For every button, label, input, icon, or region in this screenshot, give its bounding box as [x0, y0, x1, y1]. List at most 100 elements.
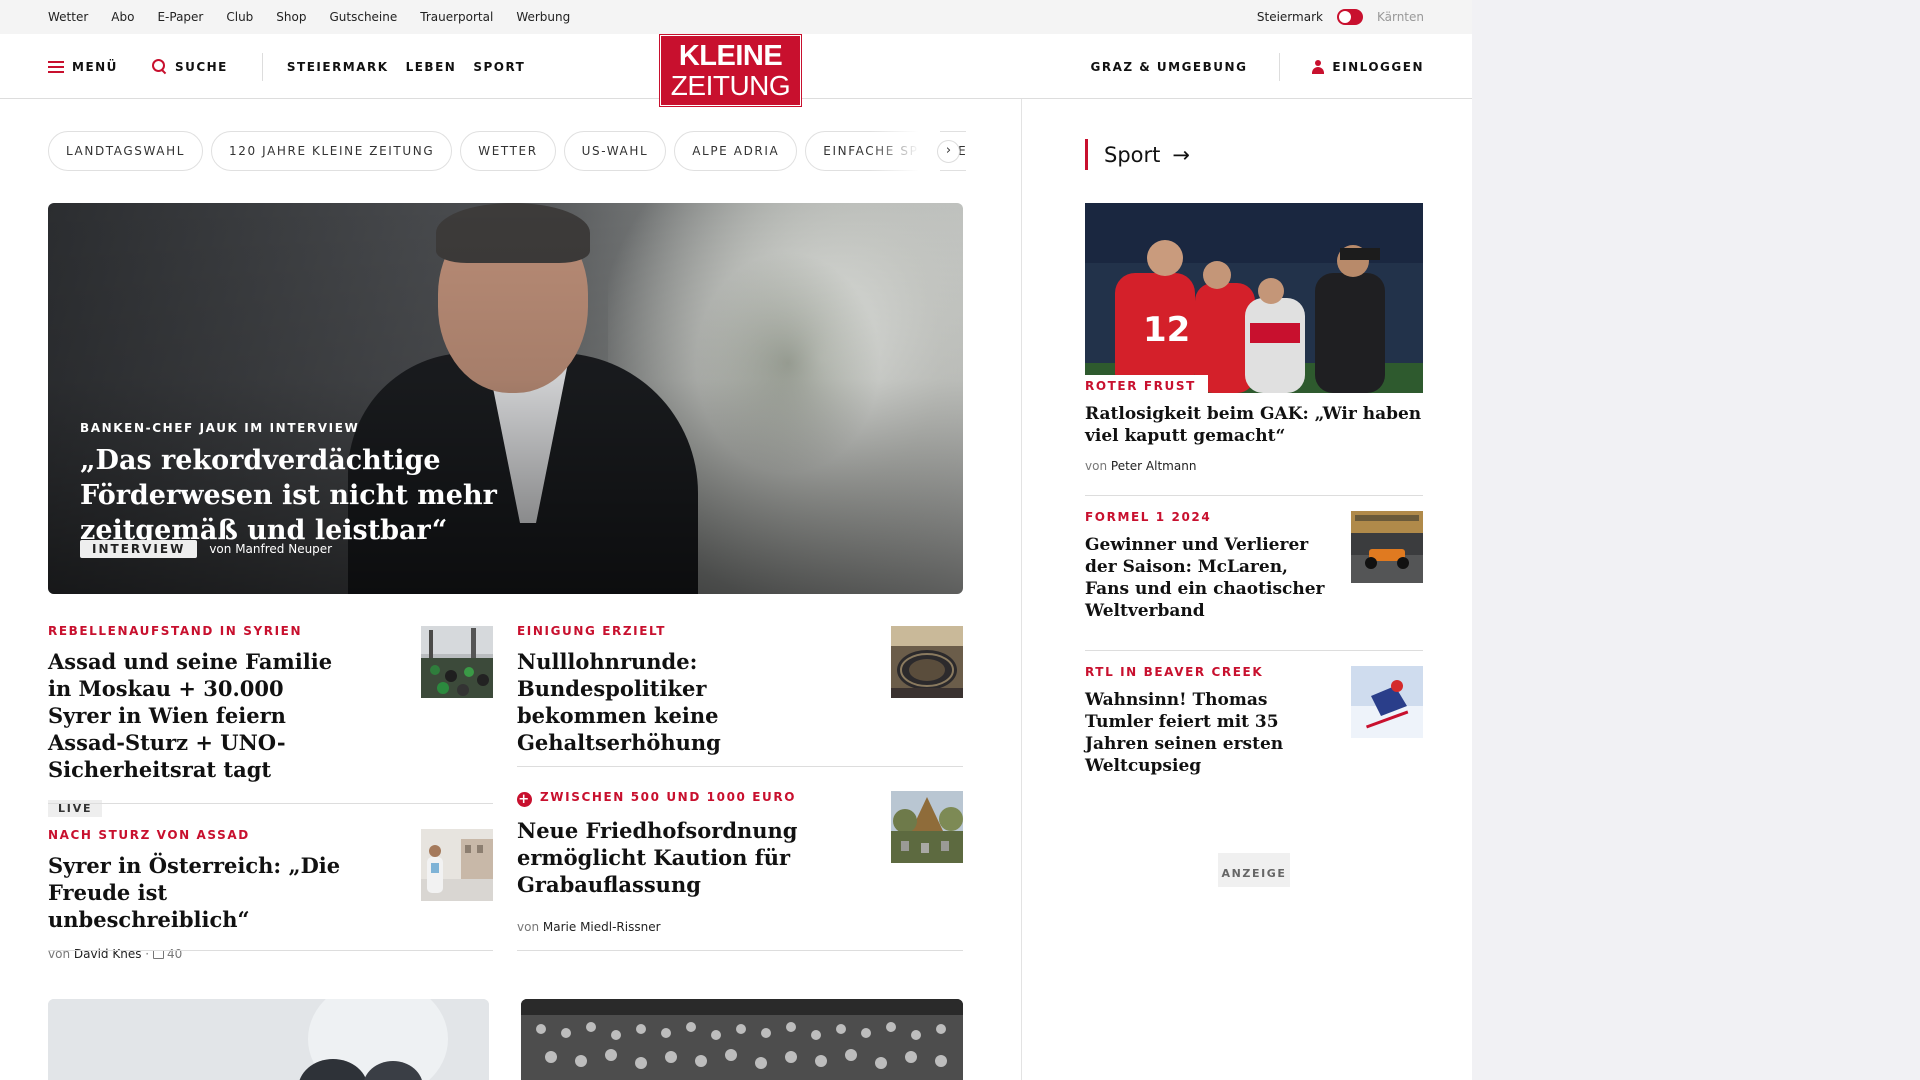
utility-link-club[interactable]: Club: [226, 10, 253, 24]
hero-tag: INTERVIEW: [80, 540, 198, 558]
article-syria-thumbnail[interactable]: [421, 626, 493, 698]
article-nulllohnrunde-thumbnail[interactable]: [891, 626, 963, 698]
utility-link-wetter[interactable]: Wetter: [48, 10, 88, 24]
nav-sport[interactable]: SPORT: [473, 60, 525, 74]
divider: [517, 766, 963, 767]
race-car-image: [1351, 511, 1423, 583]
article-kicker: EINIGUNG ERZIELT: [517, 624, 667, 638]
utility-link-abo[interactable]: Abo: [111, 10, 134, 24]
bottom-teaser-image-right[interactable]: [521, 999, 963, 1080]
logo-line-2: ZEITUNG: [670, 70, 791, 101]
topic-chips: LANDTAGSWAHL 120 JAHRE KLEINE ZEITUNG WE…: [48, 131, 966, 171]
crowd-image: [421, 626, 493, 698]
sidebar-article-tumler[interactable]: RTL IN BEAVER CREEK Wahnsinn! Thomas Tum…: [1085, 665, 1330, 777]
author-name[interactable]: Marie Miedl-Rissner: [543, 920, 661, 934]
historic-assembly-image: [521, 999, 963, 1080]
sidebar-headline[interactable]: Gewinner und Verlierer der Saison: McLar…: [1085, 534, 1330, 622]
sidebar-article-formel1[interactable]: FORMEL 1 2024 Gewinner und Verlierer der…: [1085, 510, 1330, 622]
utility-link-gutscheine[interactable]: Gutscheine: [329, 10, 397, 24]
hero-headline[interactable]: „Das rekordverdächtige Förderwesen ist n…: [80, 443, 640, 548]
article-syria[interactable]: REBELLENAUFSTAND IN SYRIEN Assad und sei…: [48, 624, 348, 817]
divider: [517, 950, 963, 951]
article-friedhof-thumbnail[interactable]: [891, 791, 963, 863]
sidebar-formel1-thumbnail[interactable]: [1351, 511, 1423, 583]
article-friedhof[interactable]: + ZWISCHEN 500 UND 1000 EURO Neue Friedho…: [517, 790, 837, 934]
nav-steiermark[interactable]: STEIERMARK: [287, 60, 389, 74]
chip-120-jahre[interactable]: 120 JAHRE KLEINE ZEITUNG: [211, 131, 453, 171]
article-kicker: REBELLENAUFSTAND IN SYRIEN: [48, 624, 303, 638]
sidebar-byline: von Peter Altmann: [1085, 459, 1197, 473]
article-headline[interactable]: Nulllohnrunde: Bundespolitiker bekommen …: [517, 648, 837, 756]
sport-section-header[interactable]: Sport →: [1085, 139, 1190, 170]
divider: [48, 803, 493, 804]
divider: [1085, 495, 1423, 496]
sidebar-headline[interactable]: Ratlosigkeit beim GAK: „Wir haben viel k…: [1085, 403, 1423, 447]
logo-line-1: KLEINE: [678, 40, 783, 72]
menu-button[interactable]: MENÜ: [48, 60, 118, 74]
sidebar-headline[interactable]: Wahnsinn! Thomas Tumler feiert mit 35 Ja…: [1085, 689, 1285, 777]
utility-links: Wetter Abo E-Paper Club Shop Gutscheine …: [48, 0, 570, 34]
article-kicker: + ZWISCHEN 500 UND 1000 EURO: [517, 790, 797, 807]
chip-wetter[interactable]: WETTER: [460, 131, 556, 171]
parliament-image: [891, 626, 963, 698]
kleine-zeitung-logo[interactable]: KLEINE ZEITUNG: [659, 34, 802, 107]
local-edition-link[interactable]: GRAZ & UMGEBUNG: [1091, 60, 1248, 74]
hero-byline: von Manfred Neuper: [209, 542, 333, 556]
ad-label: ANZEIGE: [1218, 853, 1290, 887]
hero-teaser[interactable]: BANKEN-CHEF JAUK IM INTERVIEW „Das rekor…: [48, 203, 963, 594]
chips-fade: [870, 131, 940, 171]
chips-next-button[interactable]: ›: [937, 140, 960, 163]
divider: [48, 950, 493, 951]
utility-link-werbung[interactable]: Werbung: [516, 10, 570, 24]
cemetery-image: [891, 791, 963, 863]
chip-alpe-adria[interactable]: ALPE ADRIA: [674, 131, 798, 171]
column-divider: [1021, 99, 1022, 1080]
article-headline[interactable]: Assad und seine Familie in Moskau + 30.0…: [48, 648, 348, 783]
svg-text:12: 12: [1143, 310, 1190, 350]
football-image: 12: [1085, 203, 1423, 393]
plus-icon: +: [517, 792, 532, 807]
article-byline: von Marie Miedl-Rissner: [517, 920, 661, 934]
region-steiermark[interactable]: Steiermark: [1257, 10, 1323, 24]
header-nav: STEIERMARK LEBEN SPORT: [287, 60, 525, 74]
article-kicker: NACH STURZ VON ASSAD: [48, 828, 250, 842]
sidebar-tumler-thumbnail[interactable]: [1351, 666, 1423, 738]
article-syrer-oesterreich[interactable]: NACH STURZ VON ASSAD Syrer in Österreich…: [48, 828, 348, 961]
login-button[interactable]: EINLOGGEN: [1332, 60, 1424, 74]
search-button[interactable]: SUCHE: [151, 59, 228, 74]
utility-bar: Wetter Abo E-Paper Club Shop Gutscheine …: [0, 0, 1472, 34]
sport-lead-image[interactable]: 12: [1085, 203, 1423, 393]
sidebar-kicker: FORMEL 1 2024: [1085, 510, 1212, 524]
article-nulllohnrunde[interactable]: EINIGUNG ERZIELT Nulllohnrunde: Bundespo…: [517, 624, 837, 756]
section-title: Sport: [1104, 142, 1161, 167]
chip-us-wahl[interactable]: US-WAHL: [563, 131, 667, 171]
header-divider-right: [1279, 52, 1281, 81]
utility-link-shop[interactable]: Shop: [276, 10, 306, 24]
chip-landtagswahl[interactable]: LANDTAGSWAHL: [48, 131, 204, 171]
celebration-image: [421, 829, 493, 901]
bottom-teaser-image-left[interactable]: [48, 999, 489, 1080]
sidebar-kicker: ROTER FRUST: [1085, 375, 1208, 393]
menu-label: MENÜ: [72, 59, 118, 74]
sidebar-article-gak[interactable]: Ratlosigkeit beim GAK: „Wir haben viel k…: [1085, 403, 1423, 473]
arrow-right-icon: →: [1172, 142, 1190, 167]
divider: [1085, 650, 1423, 651]
hamburger-icon: [48, 60, 64, 73]
sidebar-kicker: RTL IN BEAVER CREEK: [1085, 665, 1264, 679]
utility-link-trauerportal[interactable]: Trauerportal: [420, 10, 493, 24]
article-headline[interactable]: Neue Friedhofsordnung ermöglicht Kaution…: [517, 817, 837, 898]
article-syrer-thumbnail[interactable]: [421, 829, 493, 901]
nav-leben[interactable]: LEBEN: [406, 60, 457, 74]
region-switch: Steiermark Kärnten: [1257, 0, 1424, 34]
article-headline[interactable]: Syrer in Österreich: „Die Freude ist unb…: [48, 852, 348, 933]
comment-icon: [152, 950, 164, 959]
site-frame: Wetter Abo E-Paper Club Shop Gutscheine …: [0, 0, 1472, 1080]
utility-link-epaper[interactable]: E-Paper: [157, 10, 203, 24]
header-divider: [261, 52, 263, 81]
author-name[interactable]: Peter Altmann: [1111, 459, 1197, 473]
region-toggle[interactable]: [1336, 9, 1363, 25]
region-kaernten[interactable]: Kärnten: [1377, 10, 1424, 24]
ski-racer-image: [1351, 666, 1423, 738]
snow-image: [48, 999, 489, 1080]
user-icon: [1312, 59, 1325, 74]
